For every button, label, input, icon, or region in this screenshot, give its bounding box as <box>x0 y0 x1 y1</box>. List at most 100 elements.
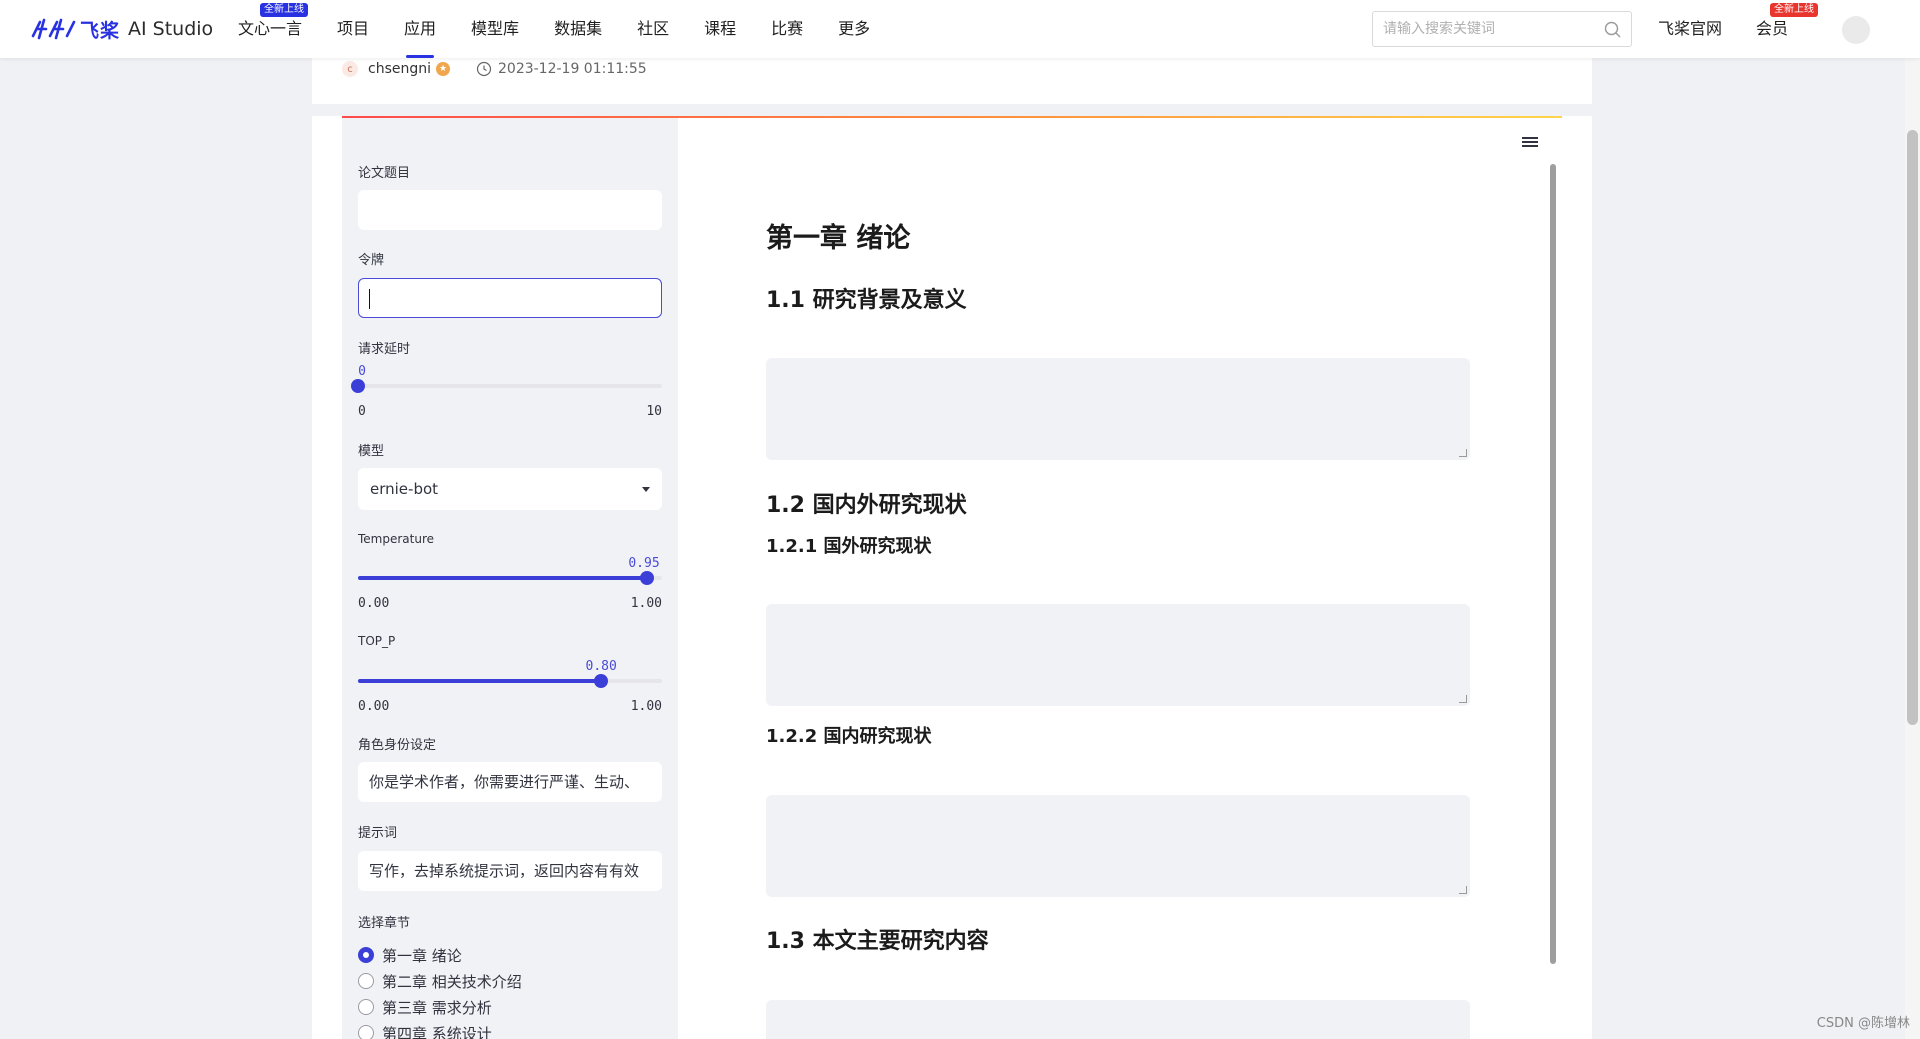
request-delay-slider[interactable]: 0 0 10 <box>351 364 662 424</box>
nav-item-projects[interactable]: 项目 <box>337 0 369 58</box>
logo-text-en: AI Studio <box>128 18 214 40</box>
slider-thumb[interactable] <box>594 674 609 688</box>
section-1-2-heading: 1.2 国内外研究现状 <box>766 493 967 518</box>
clock-icon <box>476 61 492 77</box>
prompt-label: 提示词 <box>358 826 398 841</box>
slider-track[interactable] <box>358 674 662 688</box>
logo-text-cn: 飞桨 <box>80 19 121 42</box>
page-scrollbar-thumb[interactable] <box>1907 130 1918 725</box>
text-caret <box>369 288 370 309</box>
hamburger-menu-icon[interactable] <box>1522 135 1538 149</box>
paper-title-input[interactable] <box>358 190 662 230</box>
caret-down-icon <box>642 487 650 492</box>
nav-item-label: 项目 <box>337 19 370 38</box>
section-1-3-heading: 1.3 本文主要研究内容 <box>766 929 989 954</box>
nav-item-models[interactable]: 模型库 <box>471 0 519 58</box>
top-p-slider[interactable]: 0.80 0.00 1.00 <box>358 659 662 719</box>
nav-item-label: 数据集 <box>554 19 603 38</box>
vip-badge-icon: ★ <box>436 62 450 76</box>
member-new-badge: 全新上线 <box>1770 3 1819 17</box>
csdn-watermark: CSDN @陈增林 <box>1816 1016 1910 1031</box>
radio-icon[interactable] <box>358 973 374 989</box>
temperature-slider[interactable]: 0.95 0.00 1.00 <box>358 556 662 616</box>
nav-item-apps[interactable]: 应用 <box>404 0 436 58</box>
section-1-2-2-textarea[interactable] <box>766 795 1470 897</box>
slider-min: 0 <box>358 404 366 419</box>
user-avatar[interactable] <box>1842 16 1870 44</box>
chapter-title: 第一章 绪论 <box>766 223 911 254</box>
radio-icon[interactable] <box>358 999 374 1015</box>
main-nav: 文心一言 全新上线 项目 应用 模型库 数据集 社区 课程 比赛 更多 <box>238 0 905 58</box>
paper-content-area: 第一章 绪论 1.1 研究背景及意义 1.2 国内外研究现状 1.2.1 国外研… <box>678 118 1562 1039</box>
model-select-value: ernie-bot <box>370 480 439 498</box>
section-1-2-2-heading: 1.2.2 国内研究现状 <box>766 726 932 747</box>
nav-item-wenxin[interactable]: 文心一言 全新上线 <box>238 0 309 58</box>
paper-title-label: 论文题目 <box>358 166 411 181</box>
slider-value: 0.80 <box>585 659 617 674</box>
top-p-label: TOP_P <box>358 634 396 648</box>
nav-item-label: 比赛 <box>771 19 804 38</box>
slider-track[interactable] <box>351 379 662 393</box>
paddle-logo[interactable]: 飞桨 AI Studio <box>30 14 213 44</box>
nav-item-datasets[interactable]: 数据集 <box>554 0 602 58</box>
chapter-radio-2[interactable]: 第二章 相关技术介绍 <box>358 968 522 994</box>
nav-item-label: 应用 <box>404 19 437 38</box>
slider-max: 10 <box>646 404 662 419</box>
section-1-3-textarea[interactable] <box>766 1000 1470 1039</box>
official-site-link[interactable]: 飞桨官网 <box>1658 0 1722 58</box>
chapter-select-label: 选择章节 <box>358 916 411 931</box>
publish-datetime: 2023-12-19 01:11:55 <box>498 61 647 77</box>
request-delay-label: 请求延时 <box>358 342 411 357</box>
content-scrollbar[interactable] <box>1550 164 1556 964</box>
slider-thumb[interactable] <box>639 571 654 585</box>
chapter-radio-4[interactable]: 第四章 系统设计 <box>358 1020 522 1039</box>
nav-item-label: 社区 <box>637 19 670 38</box>
section-1-1-textarea[interactable] <box>766 358 1470 460</box>
section-1-2-1-heading: 1.2.1 国外研究现状 <box>766 536 932 557</box>
member-label: 会员 <box>1756 19 1789 38</box>
nav-item-courses[interactable]: 课程 <box>704 0 736 58</box>
chapter-radio-3[interactable]: 第三章 需求分析 <box>358 994 522 1020</box>
slider-thumb[interactable] <box>351 379 365 393</box>
search-input[interactable] <box>1373 12 1573 46</box>
app-container: 论文题目 令牌 请求延时 0 0 10 模型 ernie-bot Tempera… <box>312 116 1592 1039</box>
radio-label: 第一章 绪论 <box>382 946 462 965</box>
chapter-radio-1[interactable]: 第一章 绪论 <box>358 942 522 968</box>
token-input[interactable] <box>358 278 662 318</box>
slider-value: 0.95 <box>628 556 660 571</box>
search-box <box>1372 11 1632 47</box>
settings-sidebar: 论文题目 令牌 请求延时 0 0 10 模型 ernie-bot Tempera… <box>342 118 678 1039</box>
author-name[interactable]: chsengni <box>368 61 431 77</box>
radio-label: 第三章 需求分析 <box>382 998 492 1017</box>
radio-label: 第二章 相关技术介绍 <box>382 972 522 991</box>
slider-fill <box>358 576 647 580</box>
nav-item-community[interactable]: 社区 <box>637 0 669 58</box>
slider-track[interactable] <box>358 571 662 585</box>
radio-checked-icon[interactable] <box>358 947 374 963</box>
role-input[interactable]: 你是学术作者，你需要进行严谨、生动、 <box>358 762 662 802</box>
section-1-1-heading: 1.1 研究背景及意义 <box>766 288 967 313</box>
nav-item-more[interactable]: 更多 <box>838 0 870 58</box>
author-avatar[interactable]: c <box>342 61 358 77</box>
radio-label: 第四章 系统设计 <box>382 1024 492 1039</box>
section-1-2-1-textarea[interactable] <box>766 604 1470 706</box>
model-label: 模型 <box>358 444 385 459</box>
prompt-input[interactable]: 写作，去掉系统提示词，返回内容有有效 <box>358 851 662 891</box>
author-row: c chsengni ★ 2023-12-19 01:11:55 <box>342 58 647 80</box>
paddle-logo-icon <box>31 18 76 40</box>
model-select[interactable]: ernie-bot <box>358 468 662 510</box>
nav-item-label: 文心一言 <box>238 19 303 38</box>
nav-item-competitions[interactable]: 比赛 <box>771 0 803 58</box>
radio-icon[interactable] <box>358 1025 374 1039</box>
top-navbar: 飞桨 AI Studio 文心一言 全新上线 项目 应用 模型库 数据集 社区 … <box>0 0 1920 58</box>
role-label: 角色身份设定 <box>358 738 437 753</box>
member-link[interactable]: 会员 全新上线 <box>1756 0 1819 58</box>
search-icon[interactable] <box>1604 21 1621 38</box>
slider-min: 0.00 <box>358 699 390 714</box>
nav-item-label: 更多 <box>838 19 871 38</box>
author-info-card: c chsengni ★ 2023-12-19 01:11:55 <box>312 58 1592 104</box>
nav-item-label: 课程 <box>704 19 737 38</box>
token-label: 令牌 <box>358 253 385 268</box>
slider-min: 0.00 <box>358 596 390 611</box>
slider-max: 1.00 <box>630 699 662 714</box>
